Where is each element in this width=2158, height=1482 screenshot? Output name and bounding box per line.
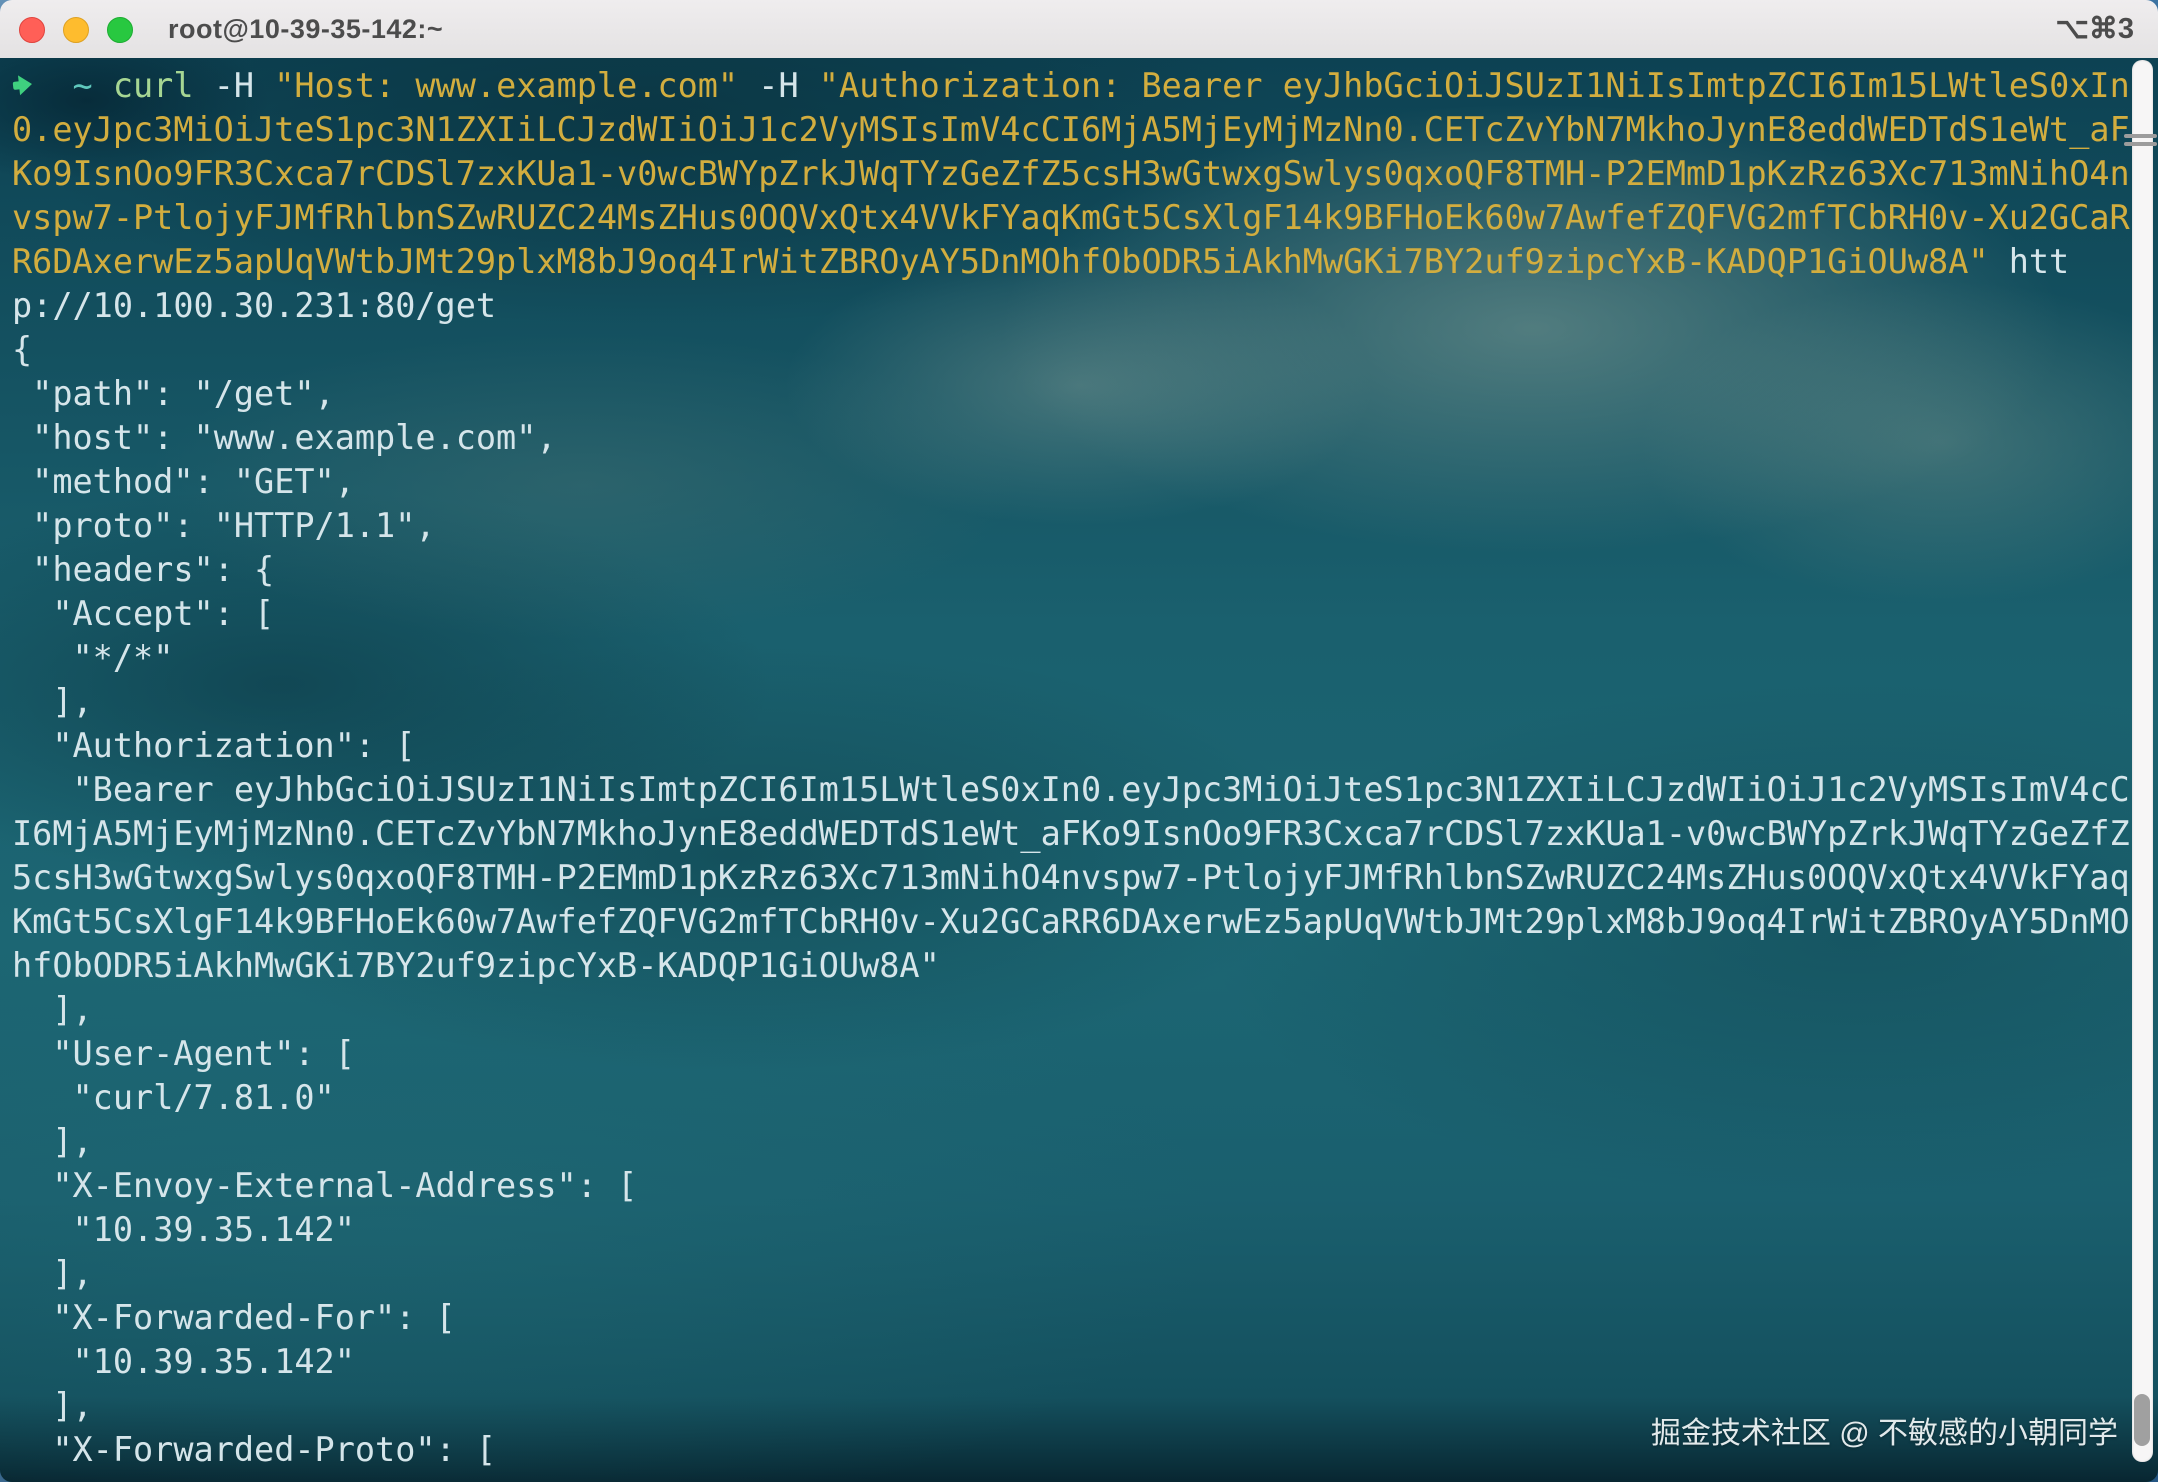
terminal-window: root@10-39-35-142:~ ⌥⌘3 ~ curl -H "Host:… [0, 0, 2158, 1482]
scrollbar-mark-top [2124, 134, 2157, 138]
zoom-button[interactable] [107, 17, 133, 43]
watermark-text: 掘金技术社区 @ 不敏感的小朝同学 [1651, 1408, 2118, 1452]
prompt-arrow-icon [10, 67, 34, 102]
prompt-spacer [32, 66, 72, 105]
window-shortcut-badge: ⌥⌘3 [2055, 0, 2134, 58]
close-button[interactable] [19, 17, 45, 43]
command-flag-1: -H [194, 66, 275, 105]
terminal-output[interactable]: ~ curl -H "Host: www.example.com" -H "Au… [12, 64, 2140, 1472]
command-program: curl [113, 66, 194, 105]
scrollbar-thumb[interactable] [2134, 1394, 2150, 1446]
response-json: { "path": "/get", "host": "www.example.c… [12, 330, 2130, 1469]
prompt-cwd: ~ [73, 66, 93, 105]
scrollbar-mark-bottom [2124, 142, 2157, 146]
prompt-space [93, 66, 113, 105]
terminal-screen[interactable]: ~ curl -H "Host: www.example.com" -H "Au… [0, 58, 2158, 1482]
titlebar[interactable]: root@10-39-35-142:~ ⌥⌘3 [0, 0, 2158, 59]
command-host-header-arg: "Host: www.example.com" [274, 66, 738, 105]
command-flag-2: -H [738, 66, 819, 105]
minimize-button[interactable] [63, 17, 89, 43]
window-title: root@10-39-35-142:~ [168, 0, 443, 58]
scrollbar-track[interactable] [2132, 60, 2153, 1462]
